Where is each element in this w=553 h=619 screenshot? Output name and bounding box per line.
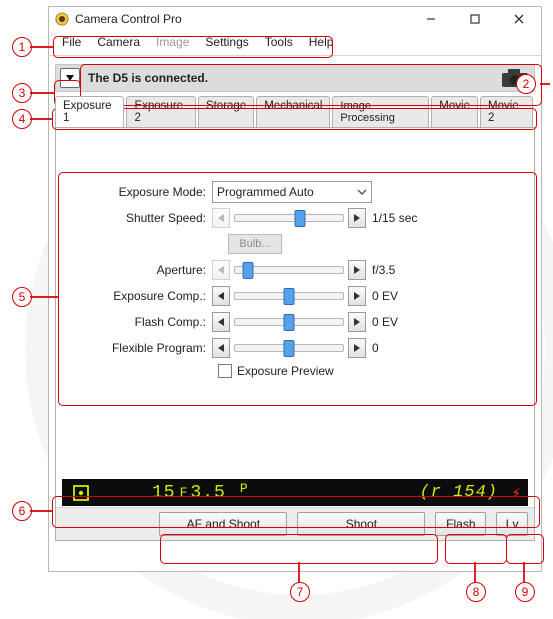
menu-bar: File Camera Image Settings Tools Help [49, 31, 541, 56]
callout-1: 1 [12, 37, 32, 57]
menu-file[interactable]: File [55, 35, 88, 49]
camera-icon [500, 67, 530, 89]
callout-8: 8 [466, 582, 486, 602]
exposure-mode-value: Programmed Auto [217, 185, 314, 199]
tab-image-processing[interactable]: Image Processing [332, 96, 429, 127]
flex-slider[interactable] [234, 344, 344, 352]
af-and-shoot-button[interactable]: AF and Shoot [159, 512, 287, 536]
triangle-left-icon [217, 213, 225, 223]
aperture-value: f/3.5 [372, 263, 395, 277]
tab-movie-2[interactable]: Movie 2 [480, 96, 533, 127]
flash-comp-dec-button[interactable] [212, 312, 230, 332]
triangle-right-icon [353, 213, 361, 223]
app-window: Camera Control Pro File Camera Image Set… [48, 6, 542, 572]
menu-image: Image [149, 35, 196, 49]
exposure-preview-checkbox[interactable] [218, 364, 232, 378]
shutter-speed-label: Shutter Speed: [80, 211, 212, 225]
flash-comp-inc-button[interactable] [348, 312, 366, 332]
tab-mechanical[interactable]: Mechanical [256, 96, 330, 127]
title-bar: Camera Control Pro [49, 7, 541, 31]
callout-4: 4 [12, 109, 32, 129]
lcd-f-prefix: F [180, 485, 189, 500]
aperture-slider[interactable] [234, 266, 344, 274]
connection-status: The D5 is connected. [88, 71, 208, 85]
minimize-button[interactable] [409, 7, 453, 31]
flash-icon: ⚡ [511, 483, 522, 503]
triangle-right-icon [353, 317, 361, 327]
shutter-dec-button [212, 208, 230, 228]
triangle-left-icon [217, 343, 225, 353]
simulated-lcd: 15 F 3.5 P (r 154) ⚡ [62, 479, 528, 506]
flex-inc-button[interactable] [348, 338, 366, 358]
button-bar: AF and Shoot Shoot Flash Lv [56, 507, 534, 540]
chevron-down-icon [355, 185, 369, 199]
shoot-button[interactable]: Shoot [297, 512, 425, 536]
flex-value: 0 [372, 341, 379, 355]
ev-dec-button[interactable] [212, 286, 230, 306]
callout-6: 6 [12, 501, 32, 521]
flash-comp-label: Flash Comp.: [80, 315, 212, 329]
callout-7: 7 [290, 582, 310, 602]
menu-tools[interactable]: Tools [258, 35, 300, 49]
triangle-right-icon [353, 265, 361, 275]
tab-exposure-1[interactable]: Exposure 1 [55, 96, 124, 127]
window-title: Camera Control Pro [75, 12, 182, 26]
flex-label: Flexible Program: [80, 341, 212, 355]
flash-comp-slider[interactable] [234, 318, 344, 326]
exposure-mode-label: Exposure Mode: [80, 185, 212, 199]
menu-settings[interactable]: Settings [198, 35, 255, 49]
menu-help[interactable]: Help [302, 35, 341, 49]
aperture-dec-button [212, 260, 230, 280]
disclosure-button[interactable] [60, 68, 80, 88]
ev-value: 0 EV [372, 289, 398, 303]
triangle-right-icon [353, 291, 361, 301]
lcd-mode: P [240, 481, 249, 496]
maximize-button[interactable] [453, 7, 497, 31]
lcd-remaining: (r 154) [420, 483, 498, 502]
aperture-inc-button[interactable] [348, 260, 366, 280]
lcd-aperture: 3.5 [190, 483, 225, 503]
triangle-left-icon [217, 265, 225, 275]
callout-3: 3 [12, 83, 32, 103]
controls-area: Exposure Mode: Programmed Auto Shutter S… [80, 182, 510, 378]
close-button[interactable] [497, 7, 541, 31]
triangle-right-icon [353, 343, 361, 353]
menu-camera[interactable]: Camera [90, 35, 147, 49]
tab-movie[interactable]: Movie [431, 96, 478, 127]
lcd-shutter: 15 [152, 483, 176, 503]
tab-exposure-2[interactable]: Exposure 2 [126, 96, 195, 127]
tab-strip: Exposure 1 Exposure 2 Storage Mechanical… [55, 96, 535, 127]
tab-panel: Exposure Mode: Programmed Auto Shutter S… [55, 127, 535, 541]
shutter-value: 1/15 sec [372, 211, 417, 225]
callout-5: 5 [12, 287, 32, 307]
metering-icon [72, 484, 90, 502]
tab-storage[interactable]: Storage [198, 96, 254, 127]
triangle-left-icon [217, 317, 225, 327]
flex-dec-button[interactable] [212, 338, 230, 358]
shutter-inc-button[interactable] [348, 208, 366, 228]
status-band: The D5 is connected. [55, 64, 535, 92]
ev-slider[interactable] [234, 292, 344, 300]
flash-button[interactable]: Flash [435, 512, 486, 536]
lv-button[interactable]: Lv [496, 512, 528, 536]
ev-label: Exposure Comp.: [80, 289, 212, 303]
exposure-preview-label: Exposure Preview [237, 364, 334, 378]
triangle-left-icon [217, 291, 225, 301]
aperture-label: Aperture: [80, 263, 212, 277]
triangle-down-icon [65, 73, 75, 83]
ev-inc-button[interactable] [348, 286, 366, 306]
flash-comp-value: 0 EV [372, 315, 398, 329]
callout-9: 9 [515, 582, 535, 602]
bulb-button: Bulb... [228, 234, 282, 254]
exposure-mode-select[interactable]: Programmed Auto [212, 181, 372, 203]
shutter-slider[interactable] [234, 214, 344, 222]
app-icon [55, 12, 69, 26]
